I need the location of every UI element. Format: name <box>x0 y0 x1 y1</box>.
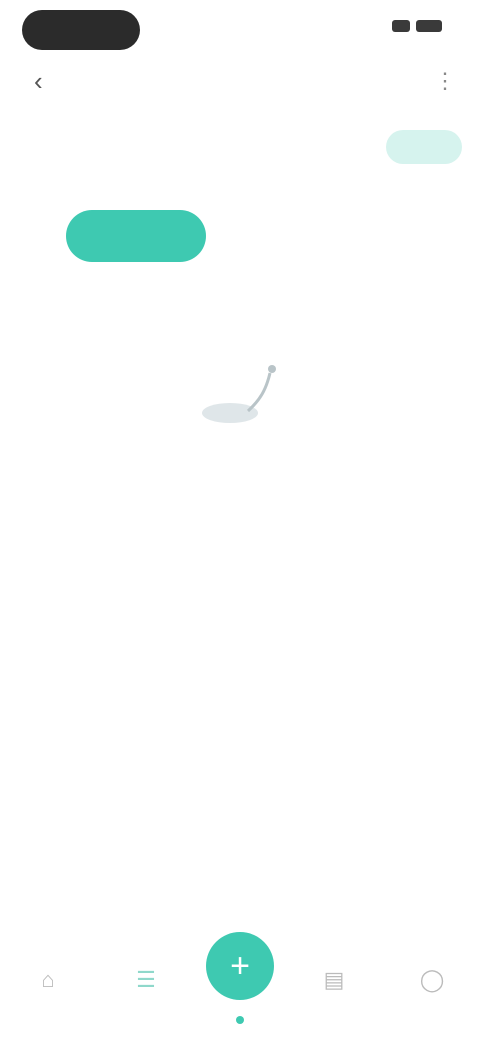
tab-bar <box>0 206 480 266</box>
plus-icon: + <box>230 946 250 985</box>
info-action-pill[interactable] <box>386 130 462 164</box>
status-bar <box>0 0 480 60</box>
nav-add-button[interactable]: + <box>206 932 274 1000</box>
back-arrow-icon[interactable]: ‹ <box>34 66 64 96</box>
nav-chart-icon[interactable]: ▤ <box>304 950 364 1010</box>
nav-profile-icon[interactable]: ◯ <box>402 950 462 1010</box>
more-icon[interactable]: ⋮ <box>432 68 458 94</box>
nav-list-icon[interactable]: ☰ <box>116 950 176 1010</box>
status-icons <box>392 20 442 32</box>
tab-1[interactable] <box>66 210 206 262</box>
info-row <box>0 122 480 178</box>
empty-state <box>0 355 480 615</box>
empty-illustration-icon <box>202 365 276 423</box>
nav-home-icon[interactable]: ⌂ <box>18 950 78 1010</box>
nav-active-dot <box>236 1016 244 1024</box>
bottom-nav: ⌂ ☰ + ▤ ◯ <box>0 920 480 1040</box>
signal-icon <box>392 20 410 32</box>
battery-icon <box>416 20 442 32</box>
status-time-pill <box>22 10 140 50</box>
header: ‹ ⋮ <box>0 56 480 106</box>
